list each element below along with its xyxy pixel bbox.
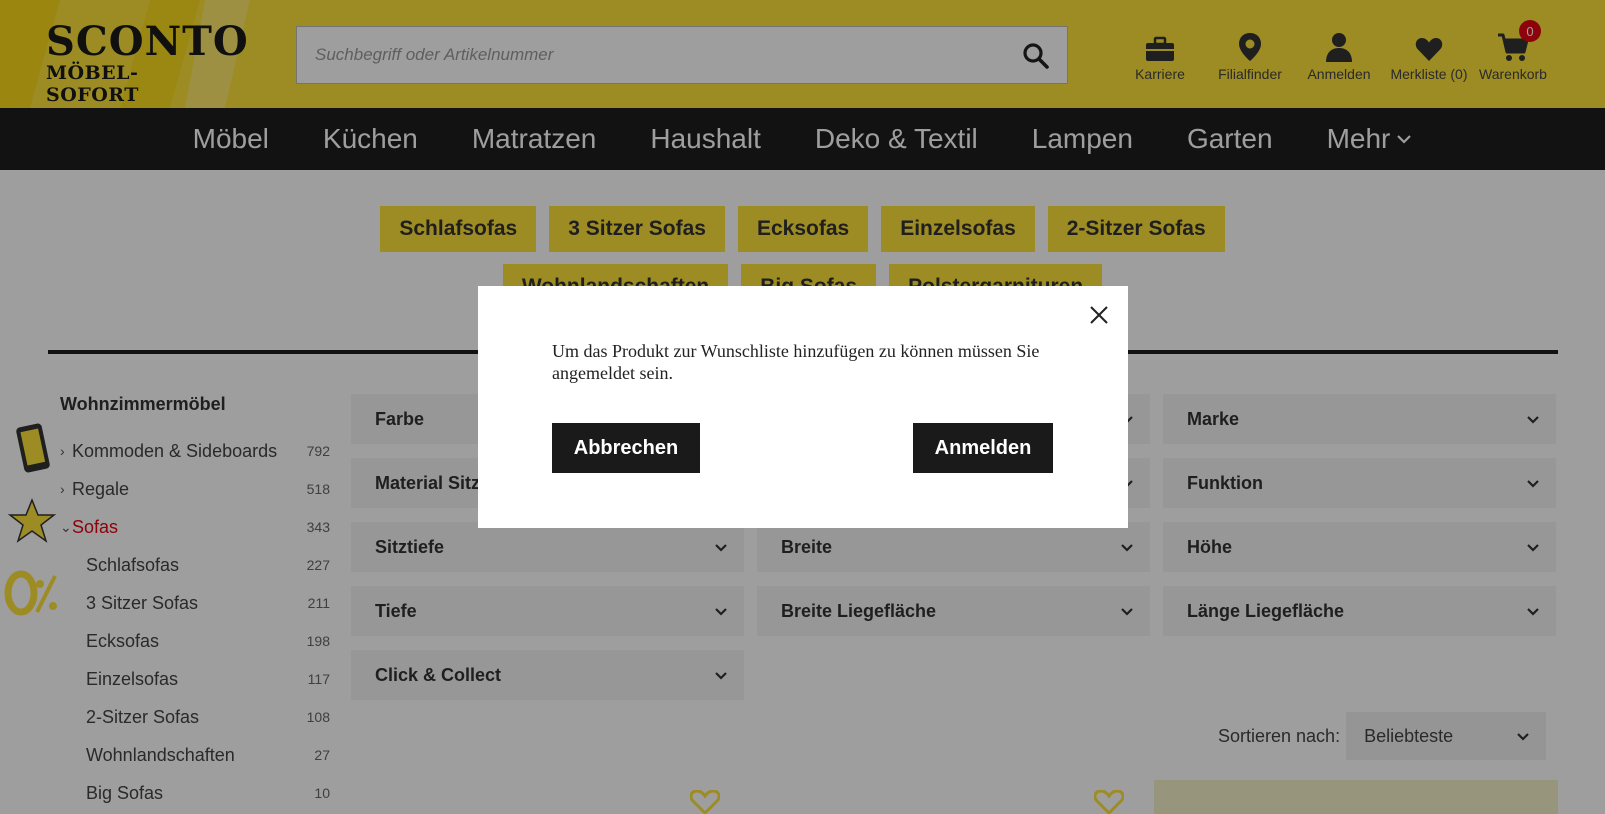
close-icon[interactable]: [1088, 304, 1110, 326]
dialog-message: Um das Produkt zur Wunschliste hinzufüge…: [552, 341, 1040, 383]
login-button[interactable]: Anmelden: [913, 423, 1053, 473]
login-required-dialog: Um das Produkt zur Wunschliste hinzufüge…: [478, 286, 1128, 528]
cancel-button[interactable]: Abbrechen: [552, 423, 700, 473]
